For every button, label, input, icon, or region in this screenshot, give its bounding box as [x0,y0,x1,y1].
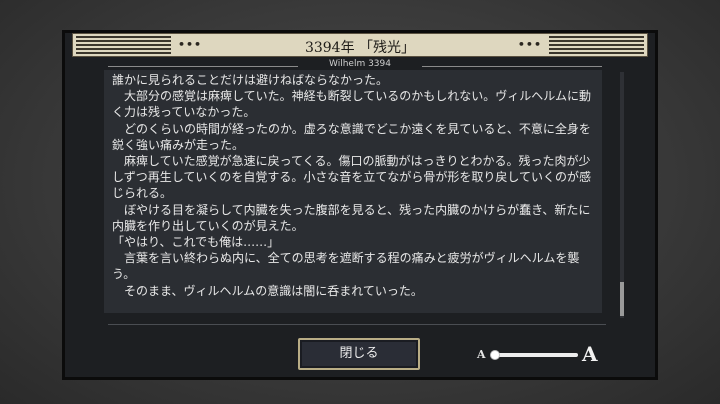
font-size-slider-knob[interactable] [490,350,500,360]
scrollbar-thumb[interactable] [620,282,624,316]
font-size-small-icon[interactable]: A [477,348,486,361]
subtitle-divider-left [108,66,298,67]
story-text: 誰かに見られることだけは避けねばならなかった。 大部分の感覚は麻痺していた。神経… [112,73,592,298]
font-size-large-icon[interactable]: A [582,342,598,366]
font-size-slider[interactable] [492,353,578,357]
chapter-subtitle: Wilhelm 3394 [329,59,391,69]
footer-divider [108,324,606,325]
close-button[interactable]: 閉じる [298,338,420,370]
chapter-title: 3394年 「残光」 [304,40,416,56]
subtitle-divider-right [422,66,602,67]
story-text-panel[interactable]: 誰かに見られることだけは避けねばならなかった。 大部分の感覚は麻痺していた。神経… [104,70,602,313]
title-bar: ••• ••• 3394年 「残光」 [72,33,648,57]
